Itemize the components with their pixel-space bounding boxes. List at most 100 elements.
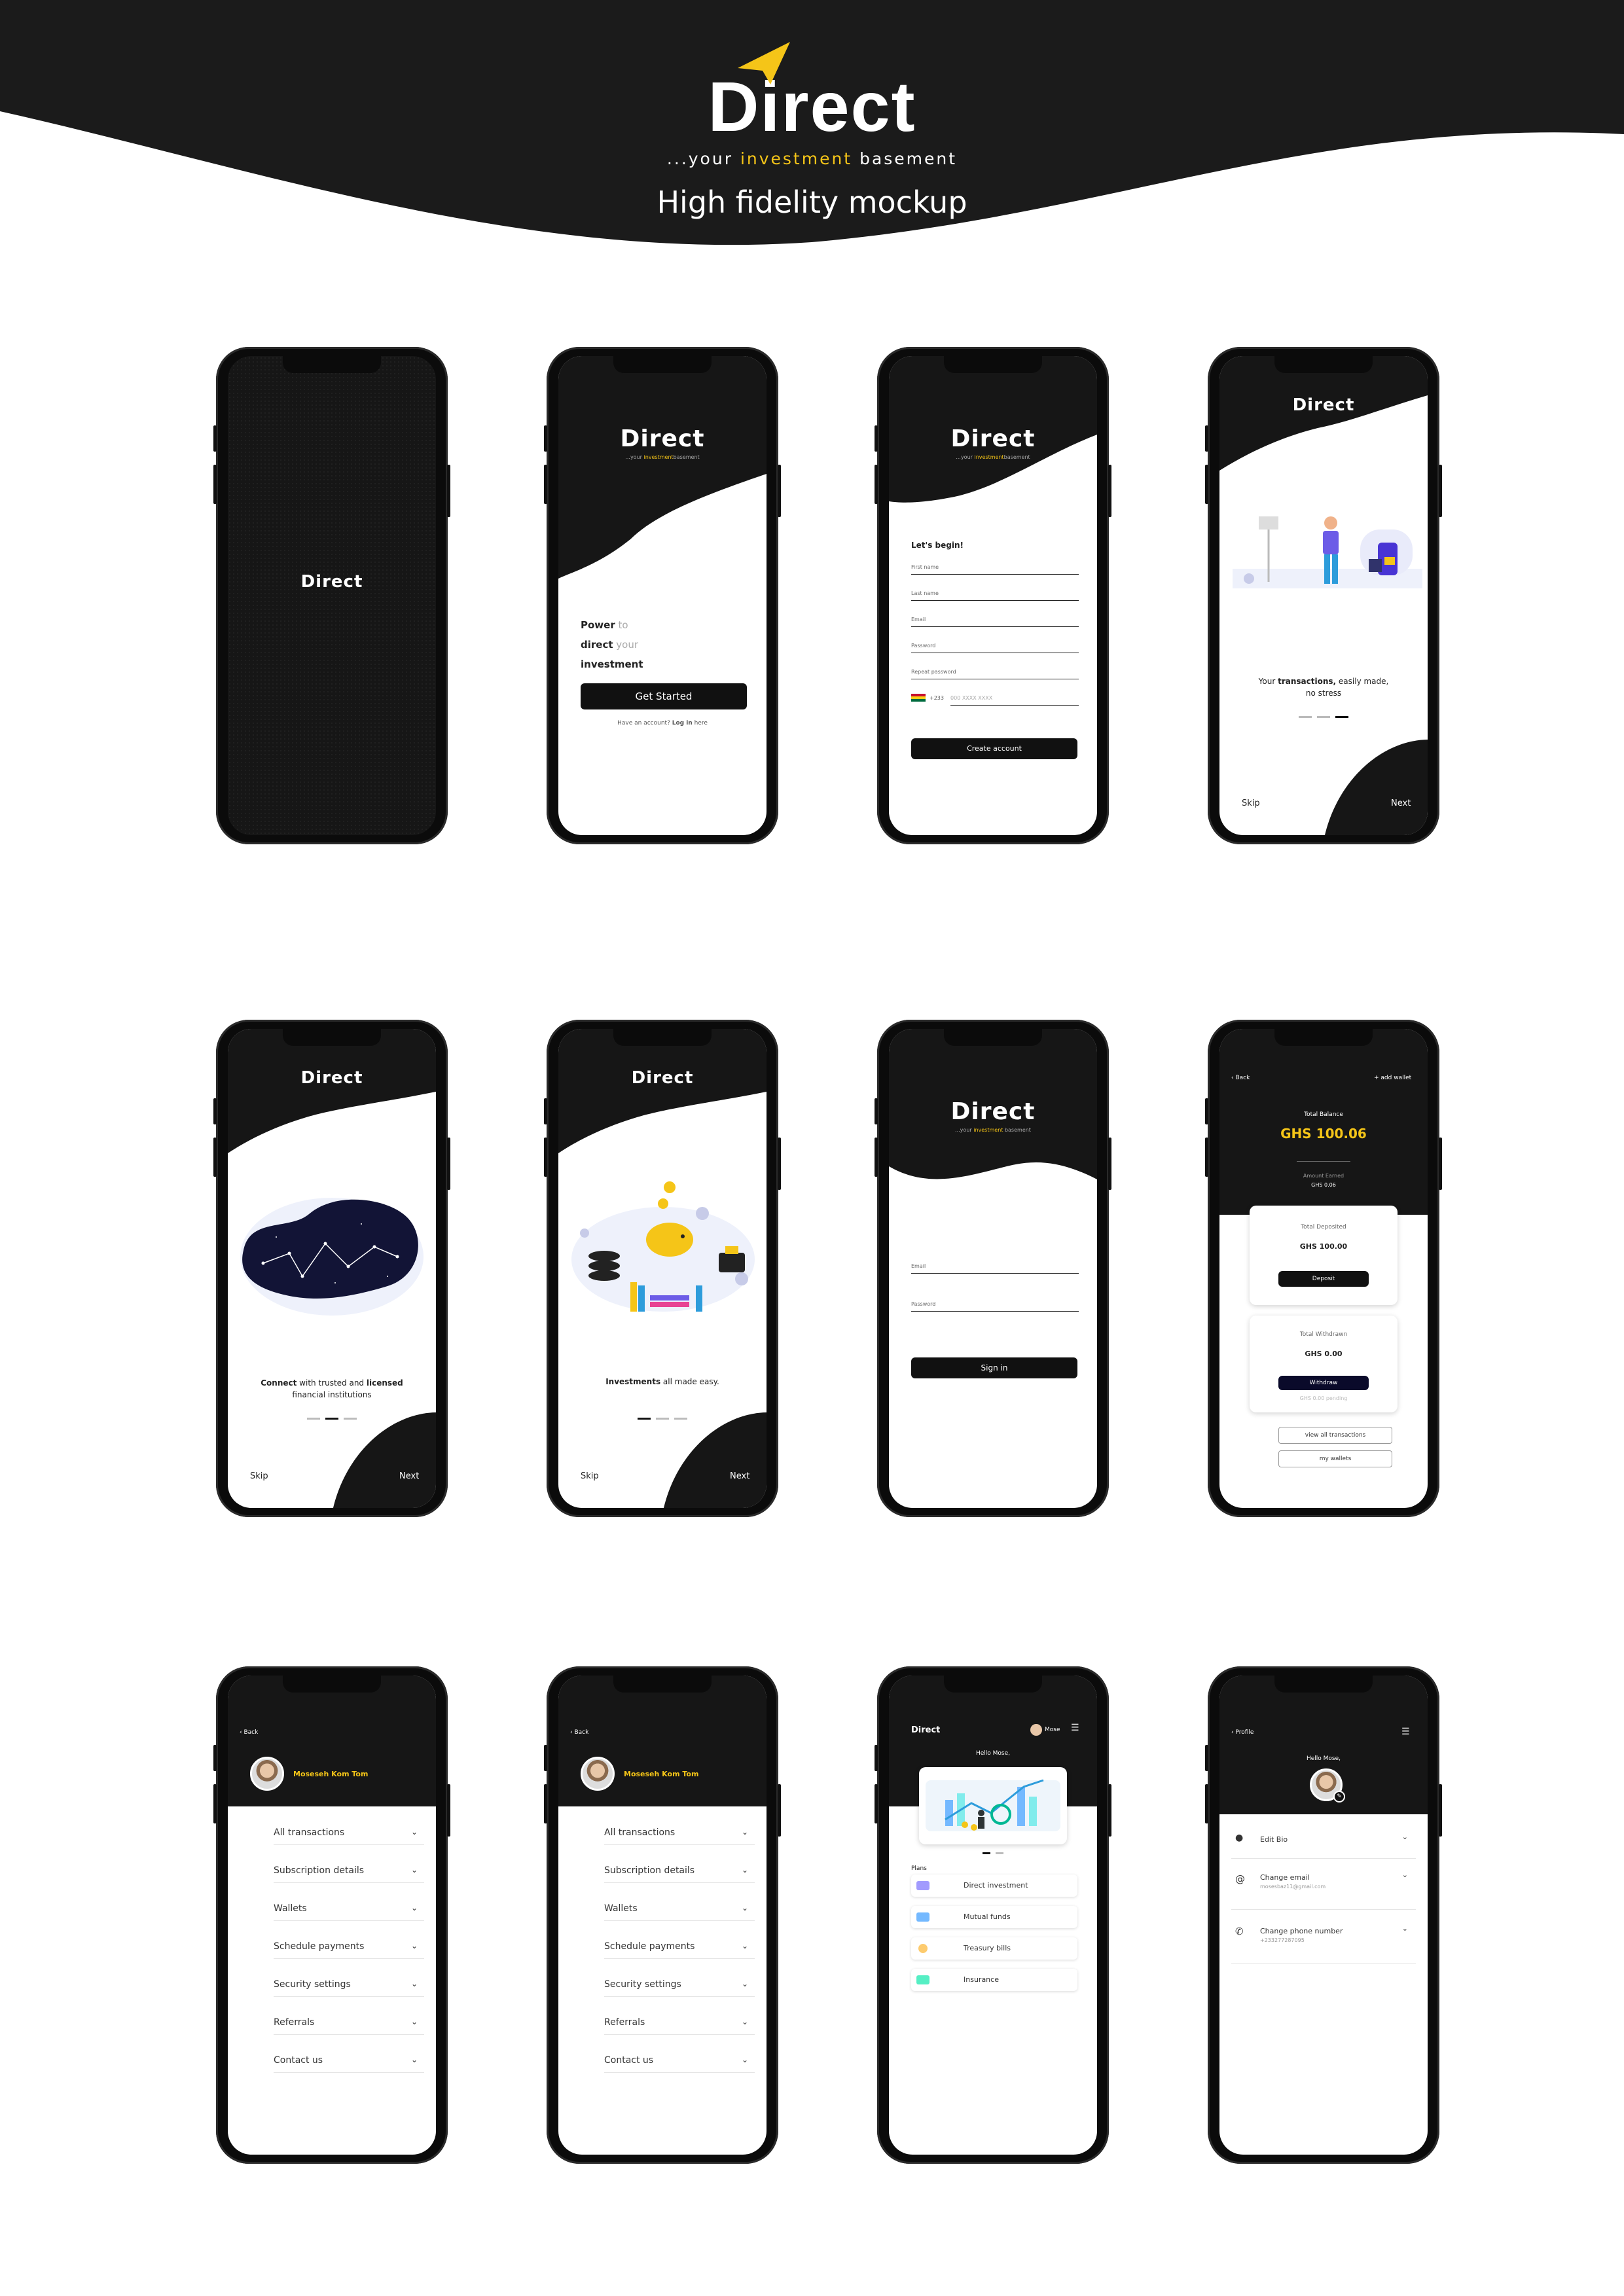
phone-icon: ✆: [1235, 1926, 1244, 1937]
back-button[interactable]: ‹ Back: [570, 1729, 588, 1736]
menu-wallets[interactable]: Wallets ⌄: [274, 1903, 424, 1921]
plan-direct-investment[interactable]: Direct investment: [911, 1874, 1077, 1897]
menu-subscription-details[interactable]: Subscription details ⌄: [274, 1865, 424, 1883]
constellation-illustration: [240, 1198, 424, 1316]
password-field[interactable]: Password: [911, 643, 1079, 653]
phone-signin: Direct ...your investment basement Email…: [875, 1020, 1111, 1517]
chevron-down-icon: ⌄: [410, 1903, 418, 1912]
last-name-field[interactable]: Last name: [911, 590, 1079, 601]
menu-schedule-payments[interactable]: Schedule payments ⌄: [604, 1941, 755, 1959]
next-button[interactable]: Next: [1391, 798, 1411, 808]
coin-icon: [918, 1944, 928, 1953]
pager-dots: [1219, 716, 1428, 718]
email-field[interactable]: Email: [911, 617, 1079, 627]
signup-heading: Let's begin!: [911, 541, 964, 550]
onboard-1-logo: Direct: [1292, 395, 1355, 415]
back-button[interactable]: ‹ Back: [1231, 1075, 1250, 1081]
chevron-down-icon: ⌄: [741, 1979, 748, 1988]
menu-referrals[interactable]: Referrals ⌄: [604, 2017, 755, 2035]
flag-icon: [911, 694, 926, 702]
skip-button[interactable]: Skip: [250, 1471, 268, 1481]
view-transactions-button[interactable]: view all transactions: [1278, 1427, 1392, 1444]
onboard-2-screen: Direct Connect with trusted and licensed…: [228, 1029, 436, 1508]
password-field[interactable]: Password: [911, 1301, 1079, 1312]
plans-label: Plans: [911, 1865, 927, 1872]
chevron-down-icon: ⌄: [741, 1903, 748, 1912]
skip-button[interactable]: Skip: [581, 1471, 599, 1481]
brand-logo: Direct: [0, 42, 1624, 147]
greeting: Hello Mose,: [975, 1750, 1011, 1757]
next-button[interactable]: Next: [730, 1471, 749, 1481]
hamburger-menu-icon[interactable]: ☰: [1401, 1727, 1410, 1737]
add-wallet-button[interactable]: + add wallet: [1374, 1075, 1411, 1081]
menu-schedule-payments[interactable]: Schedule payments ⌄: [274, 1941, 424, 1959]
signin-screen: Direct ...your investment basement Email…: [889, 1029, 1097, 1508]
phone-onboard-3: Direct Investments all made easy. Skip N…: [544, 1020, 781, 1517]
sign-in-button[interactable]: Sign in: [911, 1357, 1077, 1378]
menu-contact-us[interactable]: Contact us ⌄: [604, 2055, 755, 2073]
signup-screen: Direct ...your investmentbasement Let's …: [889, 356, 1097, 835]
hamburger-menu-icon[interactable]: ☰: [1071, 1723, 1079, 1733]
user-circle-icon: ●: [1235, 1833, 1244, 1843]
back-button[interactable]: ‹ Profile: [1231, 1729, 1254, 1736]
home-office-illustration: [1233, 516, 1422, 588]
get-started-button[interactable]: Get Started: [581, 683, 747, 709]
create-account-button[interactable]: Create account: [911, 738, 1077, 759]
phone-onboard-2: Direct Connect with trusted and licensed…: [213, 1020, 450, 1517]
plan-treasury-bills[interactable]: Treasury bills: [911, 1937, 1077, 1960]
menu-contact-us[interactable]: Contact us ⌄: [274, 2055, 424, 2073]
chevron-down-icon: ⌄: [741, 1827, 748, 1837]
growth-illustration: [926, 1779, 1060, 1831]
avatar: [581, 1757, 615, 1791]
amount-earned-value: GHS 0.06: [1311, 1182, 1336, 1188]
phone-onboard-1: Direct Your transactions, easily made, n…: [1205, 347, 1442, 844]
menu-wallets[interactable]: Wallets ⌄: [604, 1903, 755, 1921]
onboard-3-caption: Investments all made easy.: [605, 1377, 719, 1386]
change-phone-row[interactable]: ✆ Change phone number +233277287095 ⌄: [1231, 1924, 1416, 1964]
edit-bio-row[interactable]: ● Edit Bio ⌄: [1231, 1833, 1416, 1859]
repeat-password-field[interactable]: Repeat password: [911, 669, 1079, 679]
menu-screen-a: ‹ Back Moseseh Kom Tom All transactions ⌄…: [228, 1676, 436, 2155]
menu-all-transactions[interactable]: All transactions ⌄: [274, 1827, 424, 1845]
withdrawn-label: Total Withdrawn: [1299, 1331, 1348, 1338]
user-short-name: Mose: [1045, 1727, 1060, 1733]
phone-splash: Direct: [213, 347, 450, 844]
next-button[interactable]: Next: [399, 1471, 419, 1481]
amount-earned-label: Amount Earned: [1303, 1173, 1344, 1179]
menu-security-settings[interactable]: Security settings ⌄: [604, 1979, 755, 1997]
welcome-tagline: ...your investmentbasement: [625, 454, 700, 460]
onboard-3-logo: Direct: [631, 1068, 694, 1088]
total-balance-value: GHS 100.06: [1280, 1126, 1367, 1141]
change-email-row[interactable]: @ Change email mosesbaz11@gmail.com ⌄: [1231, 1871, 1416, 1910]
skip-button[interactable]: Skip: [1242, 798, 1260, 808]
pending-amount: GHS 0.00 pending: [1299, 1395, 1348, 1401]
login-link[interactable]: Log in: [672, 720, 693, 726]
user-name: Moseseh Kom Tom: [624, 1770, 699, 1778]
phone-menu-b: ‹ Back Moseseh Kom Tom All transactions ⌄…: [544, 1666, 781, 2164]
menu-subscription-details[interactable]: Subscription details ⌄: [604, 1865, 755, 1883]
my-wallets-button[interactable]: my wallets: [1278, 1450, 1392, 1467]
chevron-down-icon: ⌄: [741, 1865, 748, 1874]
plan-insurance[interactable]: Insurance: [911, 1969, 1077, 1991]
onboard-2-caption: Connect with trusted and licensed financ…: [261, 1378, 403, 1399]
chevron-down-icon: ⌄: [741, 2017, 748, 2026]
menu-security-settings[interactable]: Security settings ⌄: [274, 1979, 424, 1997]
withdraw-button[interactable]: Withdraw: [1278, 1376, 1369, 1390]
back-button[interactable]: ‹ Back: [240, 1729, 258, 1736]
page-title: High fidelity mockup: [657, 185, 967, 220]
email-field[interactable]: Email: [911, 1263, 1079, 1274]
deposit-button[interactable]: Deposit: [1278, 1271, 1369, 1287]
paper-plane-icon: [738, 42, 791, 84]
dashboard-screen: Direct Mose ☰ Hello Mose, Plans Direct i…: [889, 1676, 1097, 2155]
avatar[interactable]: [1030, 1724, 1042, 1736]
menu-all-transactions[interactable]: All transactions ⌄: [604, 1827, 755, 1845]
phone-welcome: Direct ...your investmentbasement Power …: [544, 347, 781, 844]
menu-referrals[interactable]: Referrals ⌄: [274, 2017, 424, 2035]
edit-avatar-icon[interactable]: ✎: [1333, 1791, 1345, 1803]
wallet-screen: ‹ Back + add wallet Total Balance GHS 10…: [1219, 1029, 1428, 1508]
withdrawn-card: Total Withdrawn GHS 0.00 Withdraw GHS 0.…: [1250, 1316, 1398, 1412]
banner-card[interactable]: [919, 1767, 1067, 1844]
plan-mutual-funds[interactable]: Mutual funds: [911, 1906, 1077, 1928]
splash-logo: Direct: [300, 572, 363, 592]
first-name-field[interactable]: First name: [911, 564, 1079, 575]
